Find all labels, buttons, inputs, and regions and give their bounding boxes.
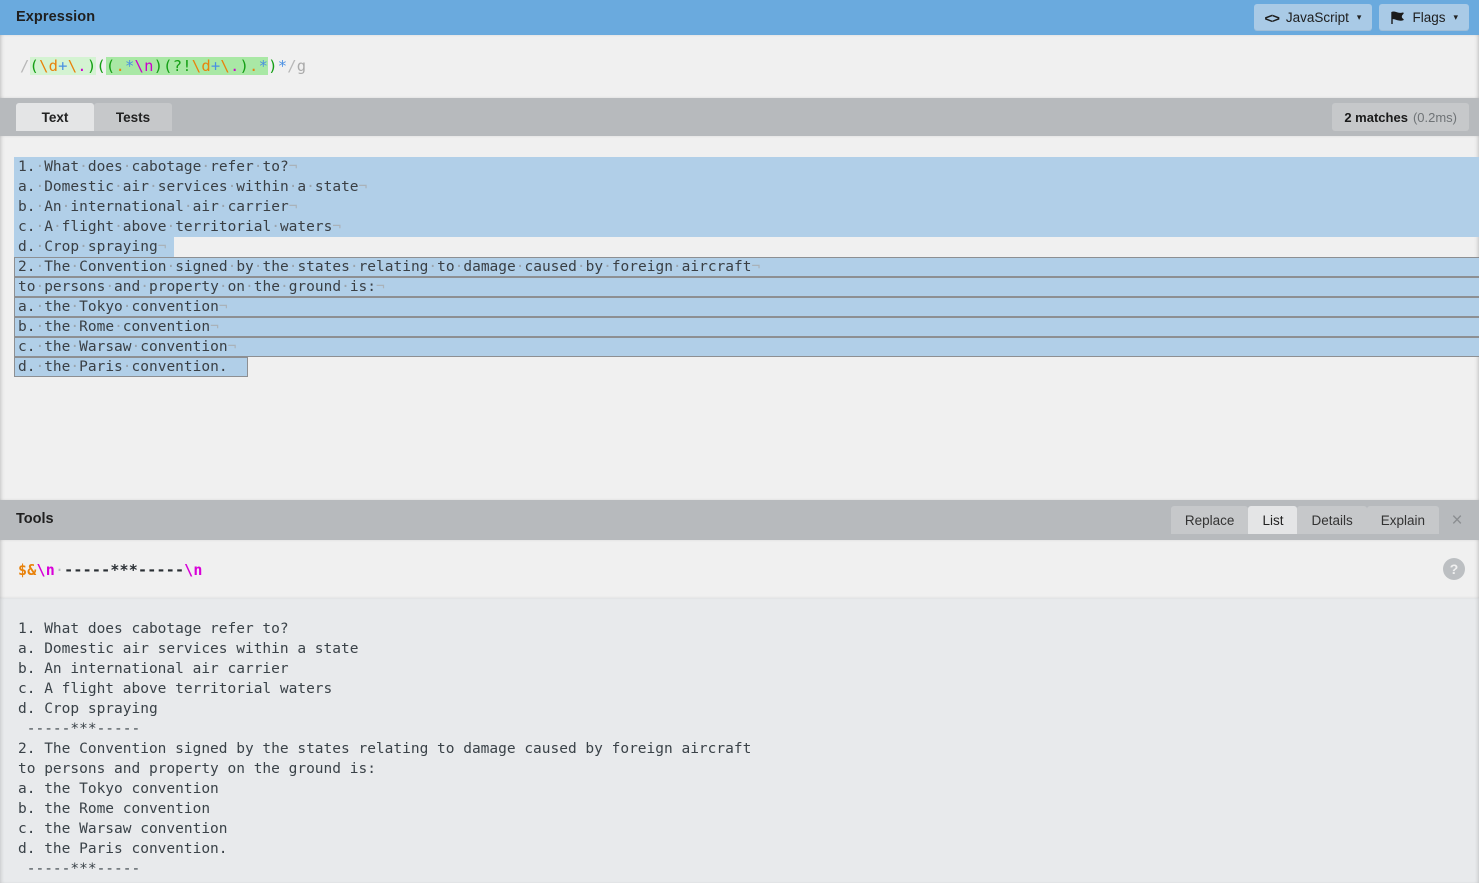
newline-glyph: ¬ (358, 179, 368, 195)
tools-buttons: Replace List Details Explain (1170, 506, 1439, 534)
text-line-content: c.·the·Warsaw·convention¬ (18, 339, 237, 355)
regex-token-21: ) (268, 57, 278, 75)
newline-glyph: ¬ (376, 279, 385, 295)
regex-token-22: * (277, 57, 288, 75)
regex-token-17: . (229, 57, 240, 75)
regex-token-7: ( (96, 57, 106, 75)
flags-button[interactable]: Flags ▾ (1379, 4, 1469, 31)
tab-tests[interactable]: Tests (94, 103, 172, 131)
tool-button-explain[interactable]: Explain (1366, 506, 1439, 534)
newline-glyph: ¬ (157, 239, 167, 255)
text-tabs: Text Tests (16, 103, 172, 131)
match-highlight (14, 297, 1479, 317)
regex-token-6: ) (86, 57, 97, 75)
regex-token-2: \d (39, 57, 59, 75)
newline-glyph: ¬ (288, 159, 298, 175)
tools-header: Tools Replace List Details Explain × (0, 500, 1479, 540)
text-line[interactable]: 1.·What·does·cabotage·refer·to?¬ (14, 157, 1479, 177)
regex-token-15: + (210, 57, 221, 75)
replace-output-pane[interactable]: 1. What does cabotage refer to? a. Domes… (0, 598, 1479, 883)
newline-glyph: ¬ (227, 339, 237, 355)
replace-editor[interactable]: $&\n·-----***-----\n ? (0, 540, 1479, 598)
expression-title: Expression (16, 9, 96, 25)
regex-token-12: ) (153, 57, 164, 75)
text-line-content: d.·Crop·spraying¬ (18, 239, 167, 255)
text-line-content: to·persons·and·property·on·the·ground·is… (18, 279, 385, 295)
regex-token-11: \n (134, 57, 154, 75)
text-line-content: b.·the·Rome·convention¬ (18, 319, 219, 335)
regex-token-1: ( (29, 57, 40, 75)
replace-token-1: \n (36, 561, 55, 579)
text-line-content: c.·A·flight·above·territorial·waters¬ (18, 219, 342, 235)
text-line[interactable]: c.·the·Warsaw·convention¬ (14, 337, 1479, 357)
text-line-content: 1.·What·does·cabotage·refer·to?¬ (18, 159, 298, 175)
tool-button-list[interactable]: List (1248, 506, 1298, 534)
text-document[interactable]: 1.·What·does·cabotage·refer·to?¬ a.·Domes… (14, 157, 1479, 377)
code-icon: <> (1264, 9, 1280, 26)
chevron-down-icon: ▾ (1356, 12, 1362, 22)
text-line[interactable]: b.·the·Rome·convention¬ (14, 317, 1479, 337)
tool-button-replace[interactable]: Replace (1170, 506, 1249, 534)
chevron-down-icon: ▾ (1453, 12, 1458, 22)
text-line-content: a.·the·Tokyo·convention¬ (18, 299, 228, 315)
regex-token-24: g (296, 57, 307, 75)
newline-glyph: ¬ (332, 219, 342, 235)
replace-output-text: 1. What does cabotage refer to? a. Domes… (18, 621, 752, 877)
replace-token-3: -----***----- (64, 561, 185, 579)
regex-token-16: \ (220, 57, 230, 75)
text-line[interactable]: d.·the·Paris·convention. (14, 357, 1479, 377)
flavor-button-label: JavaScript (1285, 10, 1349, 25)
tool-button-details[interactable]: Details (1297, 506, 1367, 534)
flavor-button[interactable]: <> JavaScript ▾ (1253, 4, 1373, 31)
replace-token-2: · (54, 561, 65, 579)
text-line[interactable]: b.·An·international·air·carrier¬ (14, 197, 1479, 217)
newline-glyph: ¬ (288, 199, 298, 215)
regex-token-19: . (249, 57, 259, 75)
replace-token-0: $& (18, 561, 37, 579)
text-line[interactable]: a.·Domestic·air·services·within·a·state¬ (14, 177, 1479, 197)
regex-token-0: / (20, 57, 30, 75)
regexr-app: Expression <> JavaScript ▾ Flags ▾ /(\d+… (0, 0, 1479, 883)
match-time-label: (0.2ms) (1412, 109, 1457, 125)
text-line[interactable]: d.·Crop·spraying¬ (14, 237, 1479, 257)
regex-token-18: ) (239, 57, 250, 75)
regex-token-9: . (115, 57, 125, 75)
regex-token-20: * (258, 57, 269, 75)
regex-token-4: \ (67, 57, 78, 75)
text-line-content: d.·the·Paris·convention. (18, 359, 228, 375)
close-icon[interactable]: × (1445, 508, 1469, 532)
text-line-content: b.·An·international·air·carrier¬ (18, 199, 298, 215)
newline-glyph: ¬ (210, 319, 219, 335)
newline-glyph: ¬ (218, 299, 228, 315)
regex-token-23: / (287, 57, 297, 75)
text-line-content: a.·Domestic·air·services·within·a·state¬ (18, 179, 368, 195)
expression-header: Expression <> JavaScript ▾ Flags ▾ (0, 0, 1479, 35)
newline-glyph: ¬ (751, 259, 761, 275)
regex-token-5: . (77, 57, 87, 75)
match-count-label: 2 matches (1344, 109, 1408, 125)
tab-text[interactable]: Text (16, 103, 94, 131)
match-count-badge[interactable]: 2 matches (0.2ms) (1332, 103, 1469, 131)
text-tabbar: Text Tests 2 matches (0.2ms) (0, 98, 1479, 136)
text-line[interactable]: a.·the·Tokyo·convention¬ (14, 297, 1479, 317)
regex-token-14: \d (191, 57, 211, 75)
replace-pattern[interactable]: $&\n·-----***-----\n (18, 561, 203, 579)
flag-icon (1390, 10, 1405, 25)
expression-header-buttons: <> JavaScript ▾ Flags ▾ (1253, 4, 1469, 31)
text-pane[interactable]: 1.·What·does·cabotage·refer·to?¬ a.·Domes… (0, 136, 1479, 500)
expression-pattern[interactable]: /(\d+\.)((.*\n)(?!\d+\.).*)*/g (20, 57, 306, 75)
expression-editor[interactable]: /(\d+\.)((.*\n)(?!\d+\.).*)*/g (0, 35, 1479, 98)
regex-token-13: (?! (163, 57, 192, 75)
text-line[interactable]: to·persons·and·property·on·the·ground·is… (14, 277, 1479, 297)
tools-title: Tools (16, 511, 54, 527)
help-icon[interactable]: ? (1443, 558, 1465, 580)
text-line-content: 2.·The·Convention·signed·by·the·states·r… (18, 259, 761, 275)
text-line[interactable]: c.·A·flight·above·territorial·waters¬ (14, 217, 1479, 237)
regex-token-3: + (58, 57, 68, 75)
regex-token-10: * (125, 57, 135, 75)
text-line[interactable]: 2.·The·Convention·signed·by·the·states·r… (14, 257, 1479, 277)
flags-button-label: Flags (1412, 10, 1446, 25)
replace-token-4: \n (184, 561, 203, 579)
match-highlight (14, 317, 1479, 337)
